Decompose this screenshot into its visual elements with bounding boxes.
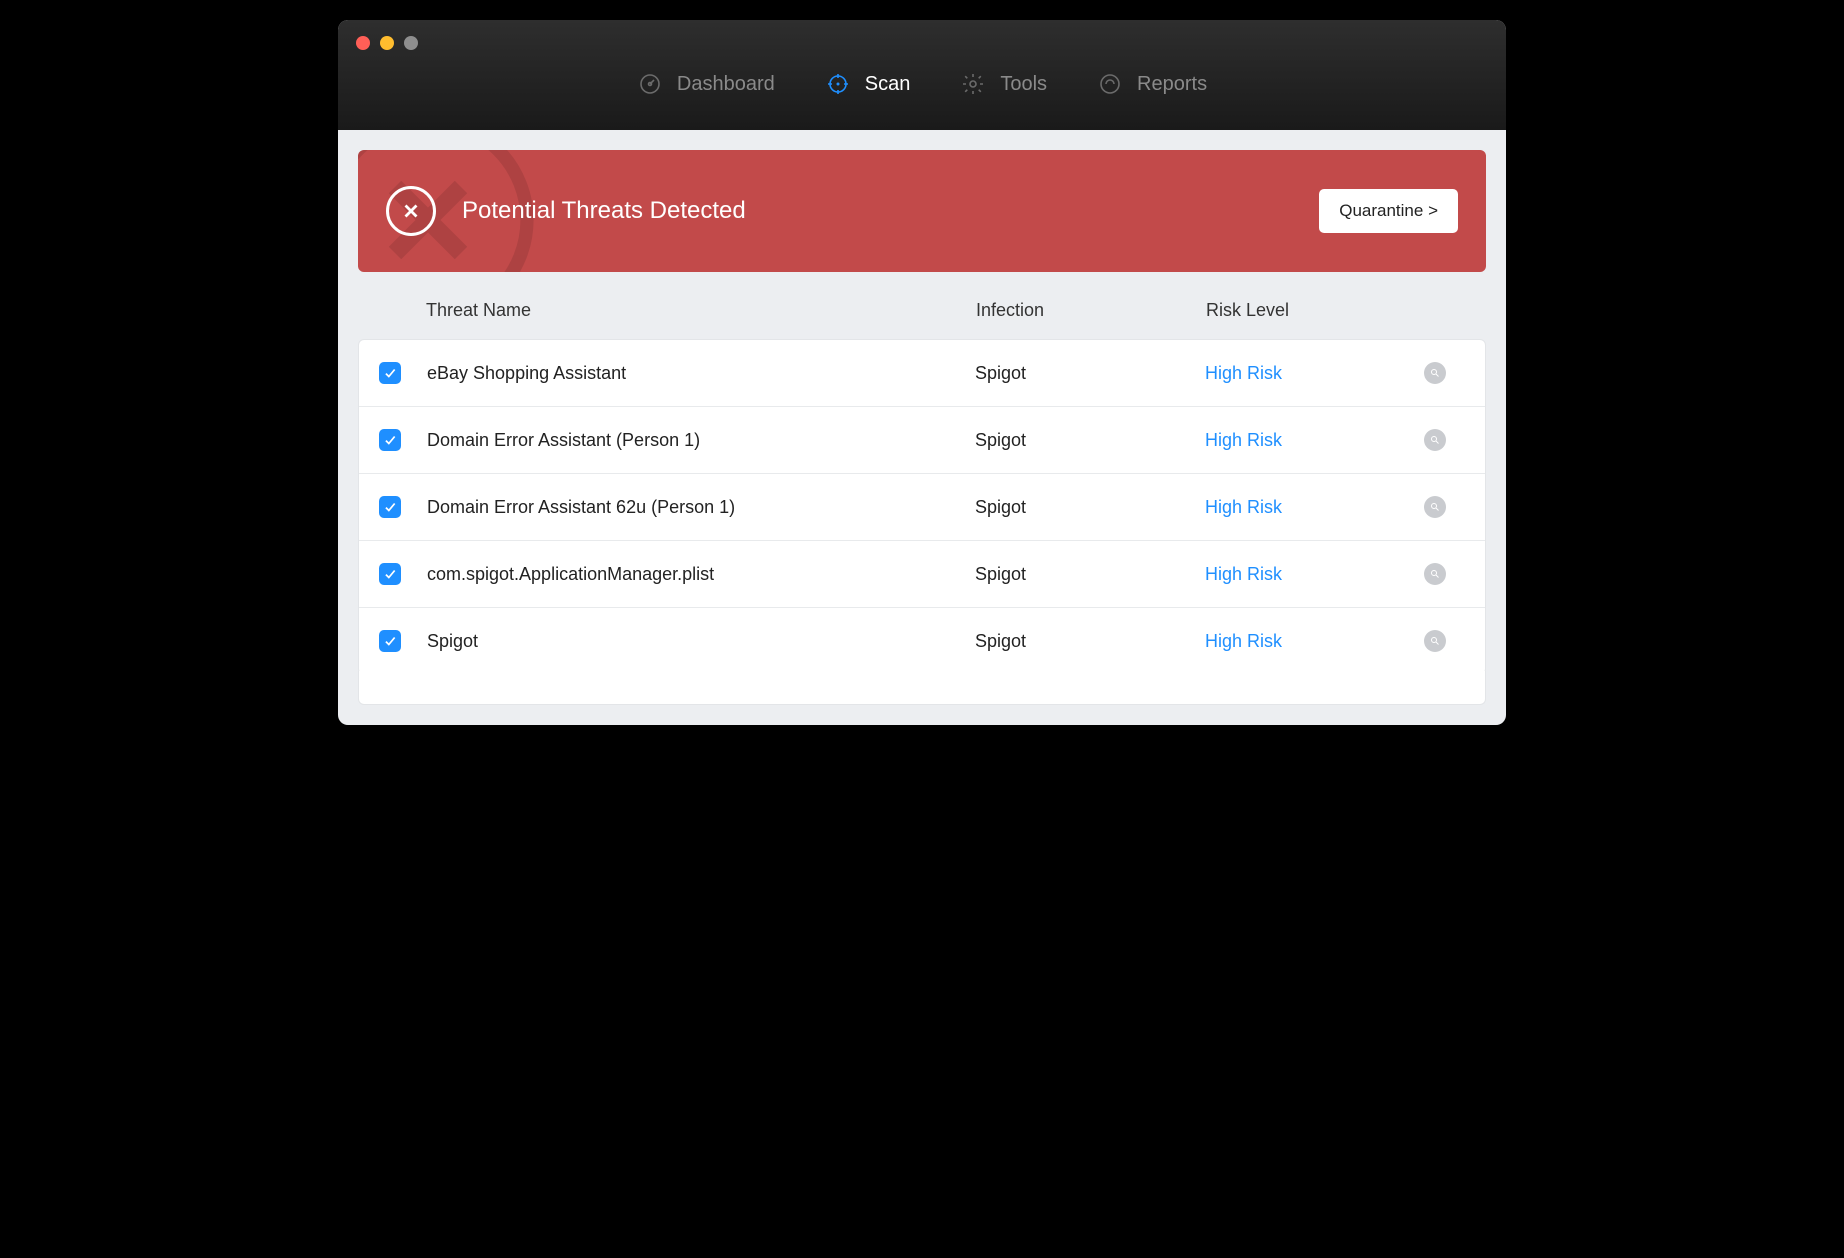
reports-icon [1097,71,1123,97]
inspect-icon[interactable] [1424,563,1446,585]
table-row: SpigotSpigotHigh Risk [359,608,1485,674]
cell-threat-name: Domain Error Assistant 62u (Person 1) [427,497,975,518]
window-minimize-button[interactable] [380,36,394,50]
table-row: Domain Error Assistant (Person 1)SpigotH… [359,407,1485,474]
cell-action [1415,429,1455,451]
table-row: Domain Error Assistant 62u (Person 1)Spi… [359,474,1485,541]
cell-risk-level: High Risk [1205,430,1415,451]
cell-threat-name: com.spigot.ApplicationManager.plist [427,564,975,585]
table-body: eBay Shopping AssistantSpigotHigh RiskDo… [358,339,1486,675]
nav-label: Dashboard [677,73,775,96]
cell-risk-level: High Risk [1205,497,1415,518]
window-close-button[interactable] [356,36,370,50]
cell-infection: Spigot [975,363,1205,384]
quarantine-button[interactable]: Quarantine > [1319,189,1458,233]
cell-infection: Spigot [975,497,1205,518]
dashboard-icon [637,71,663,97]
nav-reports[interactable]: Reports [1097,71,1207,97]
table-footer-spacer [358,671,1486,705]
row-checkbox[interactable] [379,563,401,585]
inspect-icon[interactable] [1424,630,1446,652]
table-row: eBay Shopping AssistantSpigotHigh Risk [359,340,1485,407]
table-header: Threat Name Infection Risk Level [358,278,1486,339]
nav-tools[interactable]: Tools [960,71,1047,97]
nav-scan[interactable]: Scan [825,71,911,97]
inspect-icon[interactable] [1424,362,1446,384]
window-maximize-button[interactable] [404,36,418,50]
row-checkbox[interactable] [379,362,401,384]
row-checkbox[interactable] [379,429,401,451]
titlebar: Dashboard Scan Tools Reports [338,20,1506,130]
inspect-icon[interactable] [1424,429,1446,451]
cell-action [1415,630,1455,652]
nav-dashboard[interactable]: Dashboard [637,71,775,97]
threats-table: Threat Name Infection Risk Level eBay Sh… [358,278,1486,705]
nav-label: Reports [1137,73,1207,96]
header-infection: Infection [976,300,1206,321]
gear-icon [960,71,986,97]
cell-threat-name: eBay Shopping Assistant [427,363,975,384]
row-checkbox[interactable] [379,630,401,652]
cell-risk-level: High Risk [1205,564,1415,585]
cell-action [1415,496,1455,518]
main-nav: Dashboard Scan Tools Reports [338,20,1506,130]
nav-label: Scan [865,73,911,96]
cell-action [1415,362,1455,384]
header-threat-name: Threat Name [426,300,976,321]
alert-title: Potential Threats Detected [462,197,746,225]
nav-label: Tools [1000,73,1047,96]
table-row: com.spigot.ApplicationManager.plistSpigo… [359,541,1485,608]
cell-risk-level: High Risk [1205,631,1415,652]
target-icon [825,71,851,97]
cell-threat-name: Domain Error Assistant (Person 1) [427,430,975,451]
app-window: Dashboard Scan Tools Reports [338,20,1506,725]
cell-risk-level: High Risk [1205,363,1415,384]
content-area: Potential Threats Detected Quarantine > … [338,130,1506,725]
alert-x-icon [386,186,436,236]
cell-infection: Spigot [975,631,1205,652]
cell-infection: Spigot [975,430,1205,451]
inspect-icon[interactable] [1424,496,1446,518]
row-checkbox[interactable] [379,496,401,518]
cell-action [1415,563,1455,585]
cell-infection: Spigot [975,564,1205,585]
cell-threat-name: Spigot [427,631,975,652]
header-risk-level: Risk Level [1206,300,1416,321]
threat-alert-banner: Potential Threats Detected Quarantine > [358,150,1486,272]
traffic-lights [356,36,418,50]
